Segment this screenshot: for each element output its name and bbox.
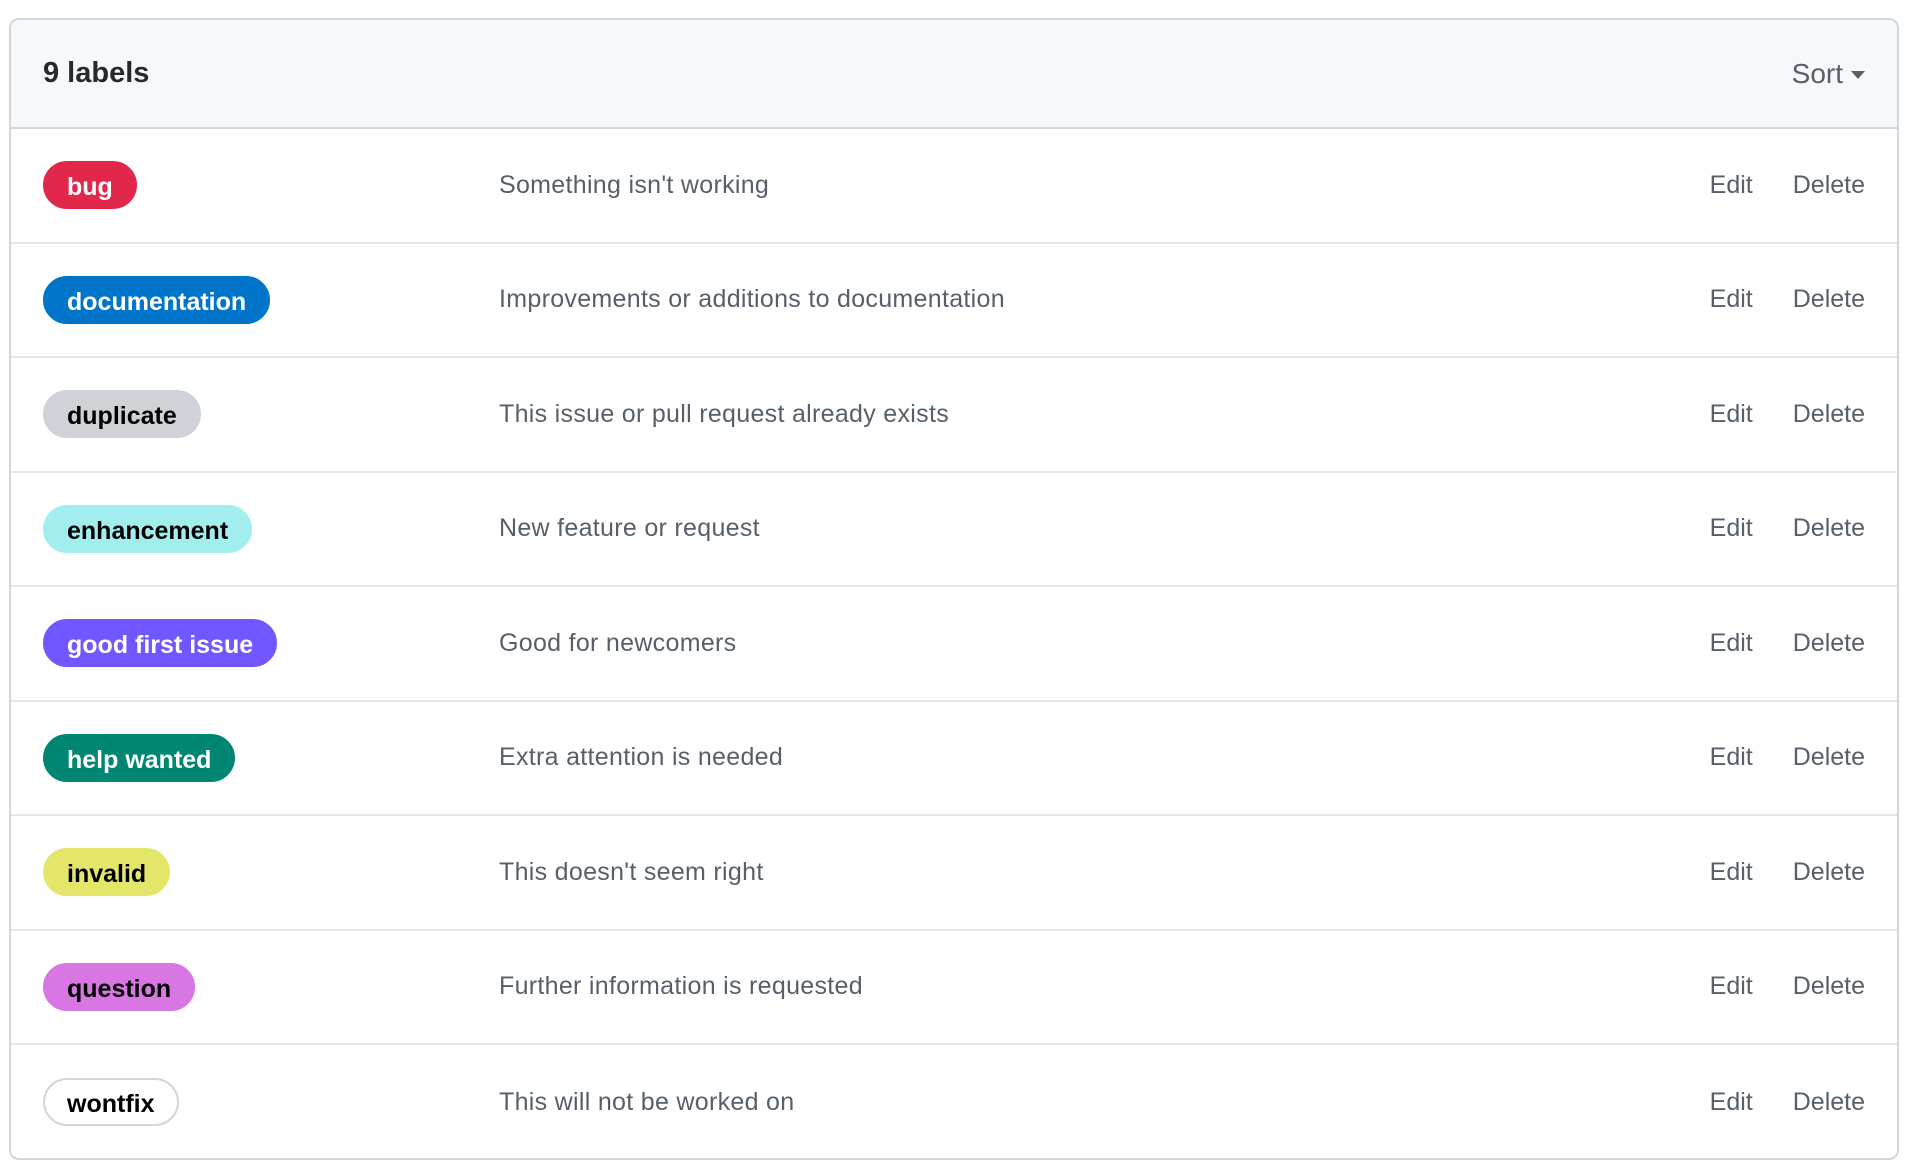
sort-dropdown-button[interactable]: Sort	[1792, 58, 1865, 90]
delete-button[interactable]: Delete	[1793, 972, 1865, 1001]
label-cell: good first issue	[43, 619, 499, 668]
label-actions: Edit Delete	[1710, 858, 1865, 887]
delete-button[interactable]: Delete	[1793, 514, 1865, 543]
label-cell: invalid	[43, 848, 499, 897]
label-actions: Edit Delete	[1710, 171, 1865, 200]
label-row: question Further information is requested…	[11, 931, 1897, 1045]
delete-button[interactable]: Delete	[1793, 285, 1865, 314]
label-pill[interactable]: question	[43, 962, 196, 1011]
labels-list-header: 9 labels Sort	[11, 20, 1897, 129]
edit-button[interactable]: Edit	[1710, 743, 1753, 772]
edit-button[interactable]: Edit	[1710, 629, 1753, 658]
sort-label: Sort	[1791, 57, 1843, 89]
label-actions: Edit Delete	[1710, 743, 1865, 772]
label-description: Extra attention is needed	[499, 743, 784, 772]
label-cell: bug	[43, 161, 499, 210]
delete-button[interactable]: Delete	[1793, 743, 1865, 772]
label-pill[interactable]: bug	[43, 161, 137, 210]
labels-list: bug Something isn't working Edit Delete docu…	[11, 129, 1897, 1158]
label-description: This issue or pull request already exist…	[499, 399, 949, 428]
label-row: help wanted Extra attention is needed Edit…	[11, 702, 1897, 816]
label-description: Improvements or additions to documentati…	[499, 285, 1005, 314]
label-actions: Edit Delete	[1710, 972, 1865, 1001]
label-pill[interactable]: wontfix	[43, 1078, 179, 1127]
edit-button[interactable]: Edit	[1710, 1088, 1753, 1117]
label-description: New feature or request	[499, 514, 760, 543]
label-description: This doesn't seem right	[499, 857, 764, 886]
label-actions: Edit Delete	[1710, 514, 1865, 543]
label-row: good first issue Good for newcomers Edit De…	[11, 587, 1897, 702]
label-cell: question	[43, 962, 499, 1011]
delete-button[interactable]: Delete	[1793, 171, 1865, 200]
edit-button[interactable]: Edit	[1710, 171, 1753, 200]
delete-button[interactable]: Delete	[1793, 400, 1865, 429]
label-row: duplicate This issue or pull request alre…	[11, 358, 1897, 473]
label-actions: Edit Delete	[1710, 629, 1865, 658]
label-pill[interactable]: good first issue	[43, 619, 278, 668]
label-description: Something isn't working	[499, 170, 770, 199]
label-row: invalid This doesn't seem right Edit Delete	[11, 816, 1897, 931]
label-description: Further information is requested	[499, 972, 863, 1001]
label-actions: Edit Delete	[1710, 1088, 1865, 1117]
delete-button[interactable]: Delete	[1793, 858, 1865, 887]
edit-button[interactable]: Edit	[1710, 285, 1753, 314]
label-row: wontfix This will not be worked on Edit Del…	[11, 1045, 1897, 1158]
label-pill[interactable]: invalid	[43, 848, 171, 897]
label-row: bug Something isn't working Edit Delete	[11, 129, 1897, 244]
edit-button[interactable]: Edit	[1710, 514, 1753, 543]
delete-button[interactable]: Delete	[1793, 1088, 1865, 1117]
label-cell: documentation	[43, 275, 499, 324]
label-row: documentation Improvements or additions t…	[11, 244, 1897, 358]
label-cell: help wanted	[43, 733, 499, 782]
delete-button[interactable]: Delete	[1793, 629, 1865, 658]
edit-button[interactable]: Edit	[1710, 858, 1753, 887]
label-description: This will not be worked on	[499, 1087, 795, 1116]
label-description: Good for newcomers	[499, 628, 737, 657]
label-row: enhancement New feature or request Edit Del…	[11, 473, 1897, 587]
label-pill[interactable]: documentation	[43, 275, 271, 324]
label-pill[interactable]: duplicate	[43, 390, 201, 439]
label-cell: duplicate	[43, 390, 499, 439]
label-pill[interactable]: help wanted	[43, 733, 236, 782]
label-cell: enhancement	[43, 504, 499, 553]
edit-button[interactable]: Edit	[1710, 972, 1753, 1001]
labels-count: 9 labels	[43, 57, 150, 89]
caret-down-icon	[1851, 71, 1865, 79]
label-actions: Edit Delete	[1710, 400, 1865, 429]
label-actions: Edit Delete	[1710, 285, 1865, 314]
label-cell: wontfix	[43, 1078, 499, 1127]
labels-list-box: 9 labels Sort bug Something isn't working…	[9, 18, 1899, 1160]
edit-button[interactable]: Edit	[1710, 400, 1753, 429]
label-pill[interactable]: enhancement	[43, 504, 253, 553]
